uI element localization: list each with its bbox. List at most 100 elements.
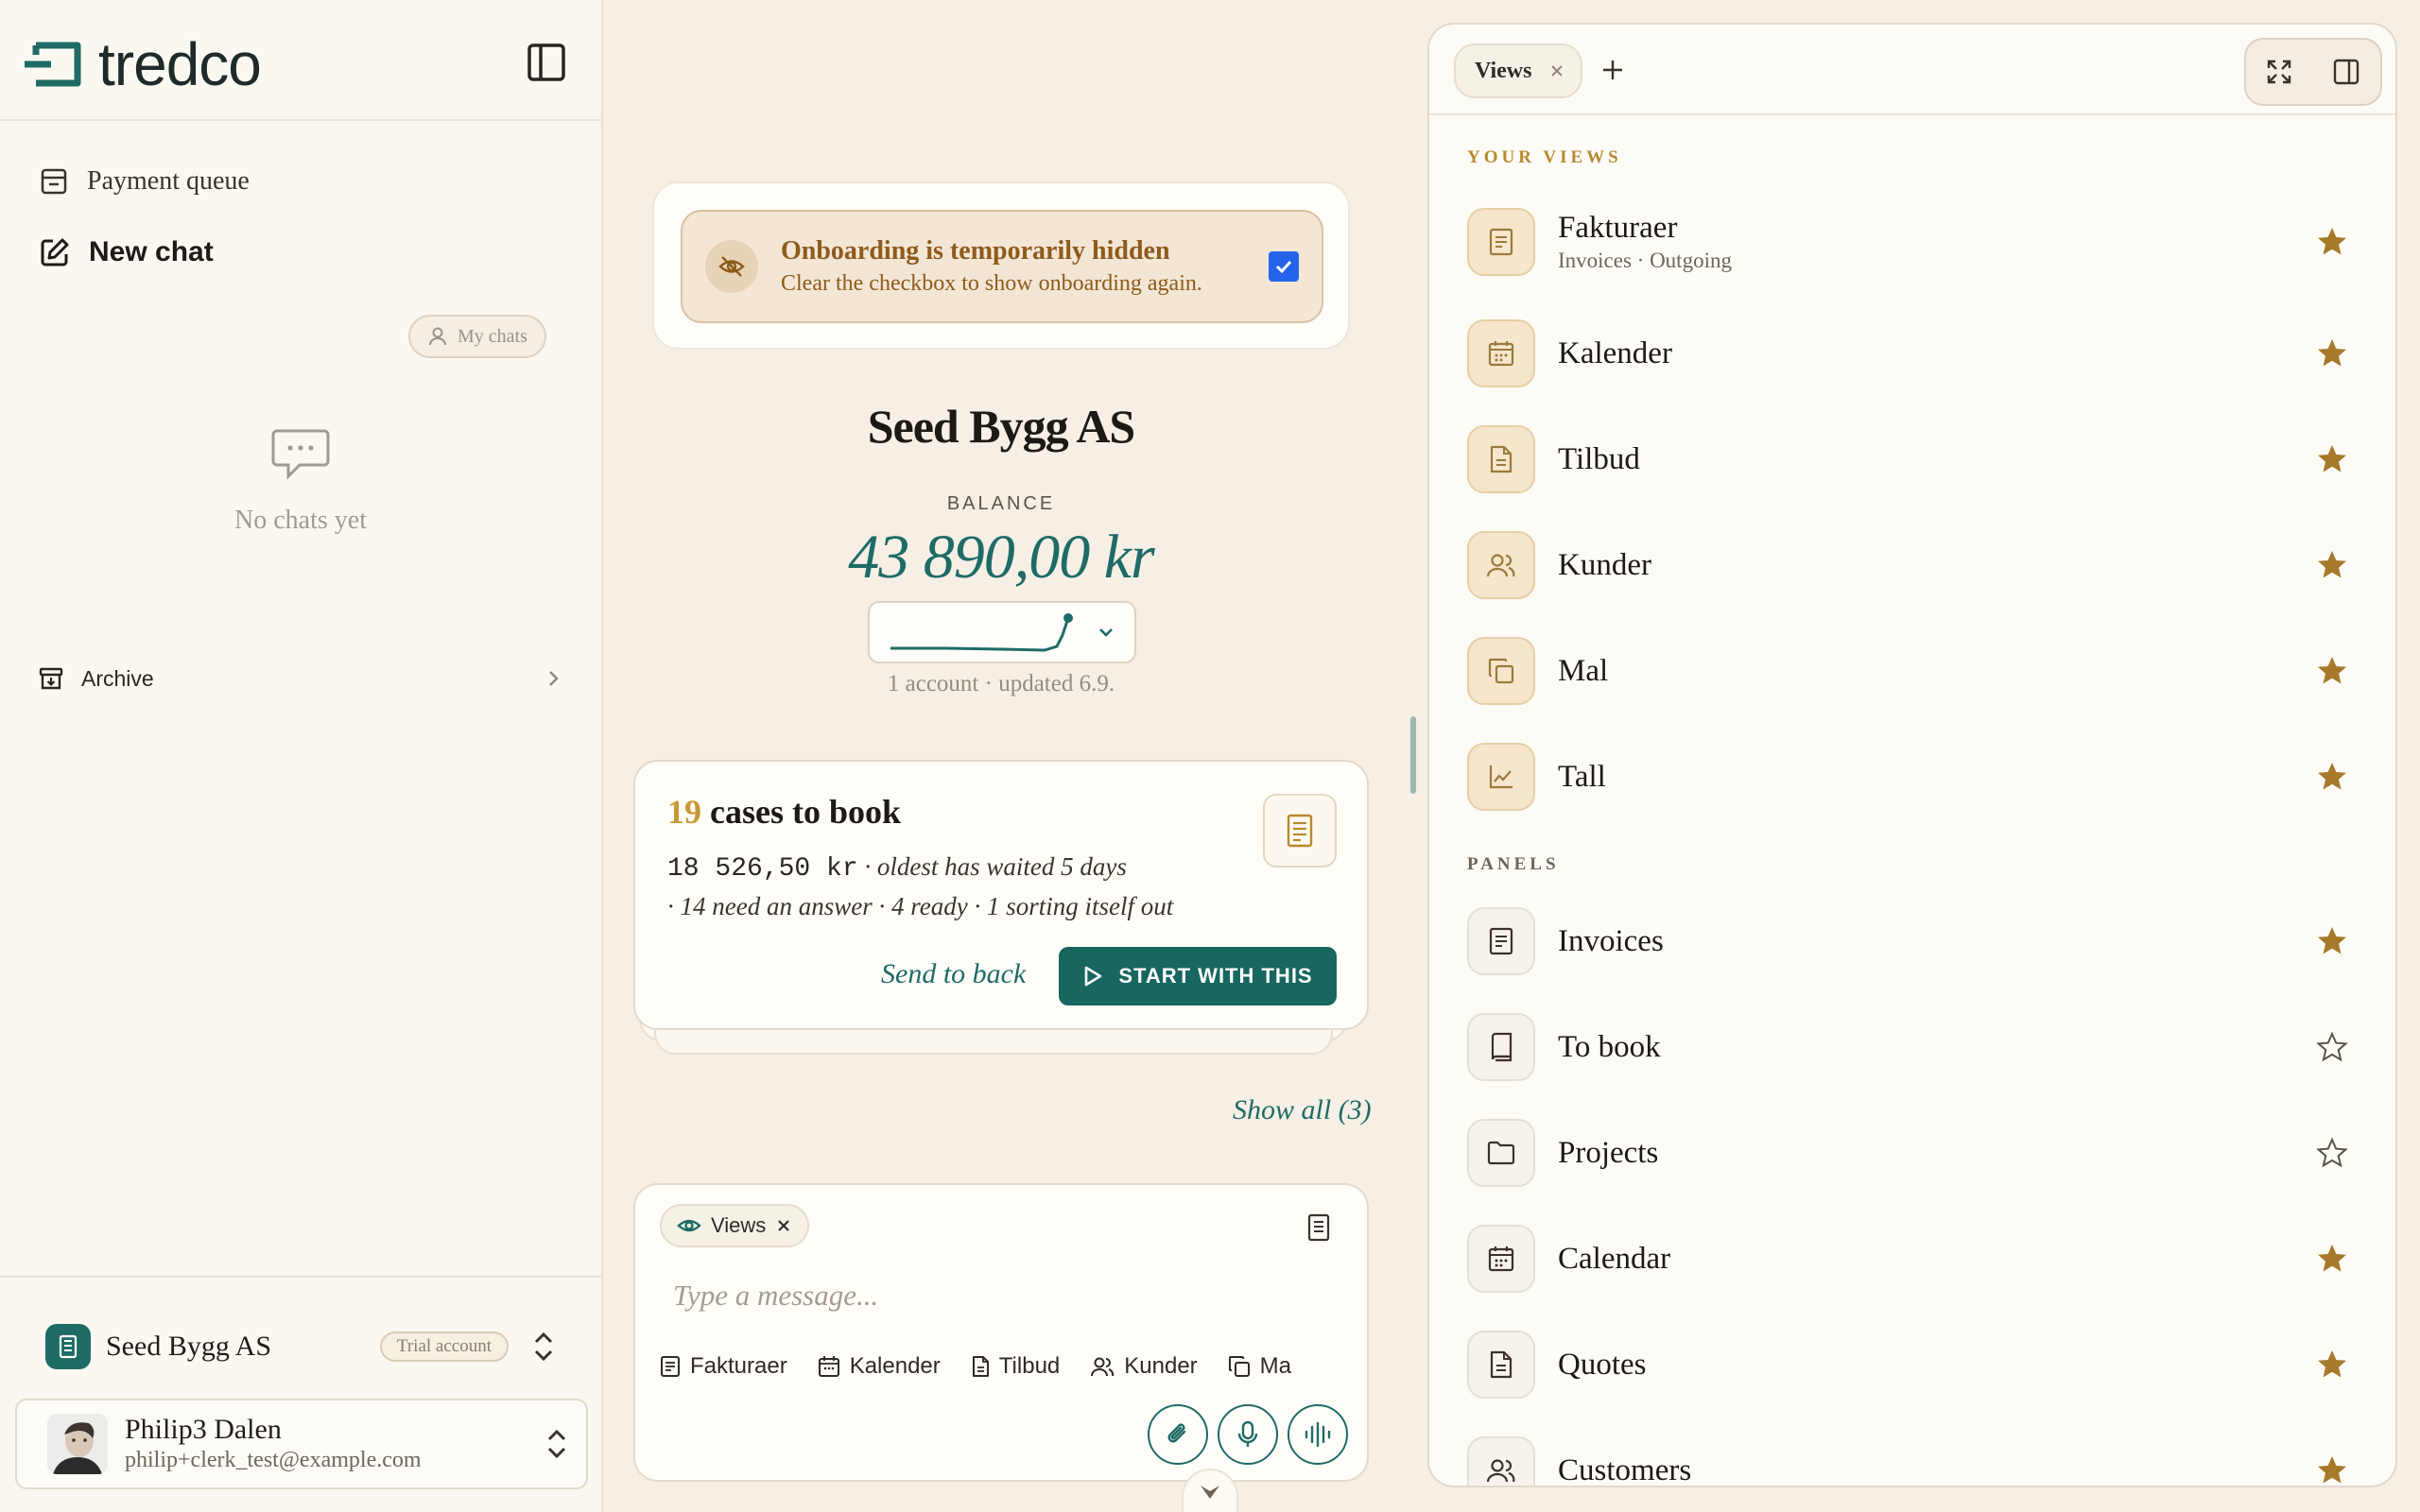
view-item-kunder[interactable]: Kunder <box>1467 529 2361 601</box>
sidebar-toggle-icon[interactable] <box>524 40 569 85</box>
invoice-icon <box>1467 907 1535 975</box>
panel-item-to-book[interactable]: To book <box>1467 1011 2361 1083</box>
attach-button[interactable] <box>1148 1404 1208 1465</box>
quick-view-fakturaer[interactable]: Fakturaer <box>660 1353 787 1380</box>
eye-icon <box>677 1219 701 1232</box>
eye-off-icon <box>705 240 758 293</box>
sidebar-header: tredco <box>0 0 601 121</box>
view-item-fakturaer[interactable]: Fakturaer Invoices · Outgoing <box>1467 206 2361 278</box>
expand-icon[interactable] <box>2265 58 2293 86</box>
onboarding-hidden-checkbox[interactable] <box>1269 251 1299 282</box>
view-title: Fakturaer <box>1558 211 1678 245</box>
view-title: Tall <box>1558 760 1606 794</box>
panel-layout-icon[interactable] <box>2331 57 2361 87</box>
show-all-link[interactable]: Show all (3) <box>1233 1094 1372 1126</box>
panel-item-quotes[interactable]: Quotes <box>1467 1329 2361 1400</box>
voice-mode-button[interactable] <box>1288 1404 1348 1465</box>
close-icon[interactable] <box>1548 62 1565 79</box>
view-subtitle: Invoices · Outgoing <box>1558 249 1732 272</box>
paperclip-icon <box>1167 1423 1186 1443</box>
user-email: philip+clerk_test@example.com <box>125 1448 422 1472</box>
panel-resize-handle[interactable] <box>1410 716 1416 794</box>
your-views-heading: YOUR VIEWS <box>1467 147 1622 167</box>
panel-item-invoices[interactable]: Invoices <box>1467 905 2361 977</box>
star-outline-icon[interactable] <box>2316 1031 2348 1063</box>
star-filled-icon[interactable] <box>2316 761 2348 793</box>
user-switcher[interactable]: Philip3 Dalen philip+clerk_test@example.… <box>15 1399 588 1489</box>
org-switcher[interactable]: Seed Bygg AS Trial account <box>45 1323 556 1370</box>
microphone-button[interactable] <box>1218 1404 1278 1465</box>
edit-icon <box>41 238 69 266</box>
sparkline-chart <box>890 613 1073 652</box>
logo-wordmark: tredco <box>98 30 262 98</box>
quick-view-label: Kunder <box>1124 1353 1198 1379</box>
invoice-icon <box>1467 208 1535 276</box>
close-icon[interactable] <box>775 1217 792 1234</box>
view-item-kalender[interactable]: Kalender <box>1467 318 2361 389</box>
star-filled-icon[interactable] <box>2316 337 2348 369</box>
account-info: 1 account · updated 6.9. <box>887 671 1115 696</box>
star-filled-icon[interactable] <box>2316 1243 2348 1275</box>
quick-view-kunder[interactable]: Kunder <box>1090 1353 1198 1380</box>
chevron-down-icon <box>1099 628 1113 637</box>
star-filled-icon[interactable] <box>2316 443 2348 475</box>
balance-value: 43 890,00 kr <box>848 523 1154 592</box>
my-chats-filter[interactable]: My chats <box>408 315 546 358</box>
star-filled-icon[interactable] <box>2316 655 2348 687</box>
nav-payment-queue[interactable]: Payment queue <box>40 166 250 197</box>
user-name: Philip3 Dalen <box>125 1414 282 1445</box>
balance-sparkline-toggle[interactable] <box>868 601 1136 663</box>
composer-actions <box>1148 1404 1348 1465</box>
panel-item-customers[interactable]: Customers <box>1467 1435 2361 1486</box>
star-outline-icon[interactable] <box>2316 1137 2348 1169</box>
chevron-updown-icon <box>547 1429 566 1459</box>
copy-icon <box>1467 637 1535 705</box>
chevron-down-icon <box>1201 1486 1219 1499</box>
view-item-tall[interactable]: Tall <box>1467 741 2361 813</box>
users-icon <box>1091 1357 1115 1377</box>
users-icon <box>1467 1436 1535 1486</box>
quick-view-mal[interactable]: Ma <box>1228 1353 1291 1380</box>
file-icon <box>1467 1331 1535 1399</box>
cases-summary: 18 526,50 kr · oldest has waited 5 days <box>667 852 1127 884</box>
tab-views-label: Views <box>1475 58 1532 83</box>
quick-view-tilbud[interactable]: Tilbud <box>971 1353 1060 1380</box>
panel-title: Invoices <box>1558 924 1664 958</box>
view-title: Tilbud <box>1558 442 1640 476</box>
send-to-back-link[interactable]: Send to back <box>881 958 1026 990</box>
document-icon[interactable] <box>1306 1213 1331 1242</box>
star-filled-icon[interactable] <box>2316 549 2348 581</box>
star-filled-icon[interactable] <box>2316 925 2348 957</box>
calendar-icon <box>818 1356 839 1377</box>
star-filled-icon[interactable] <box>2316 1349 2348 1381</box>
panel-item-calendar[interactable]: Calendar <box>1467 1223 2361 1295</box>
context-chip-views[interactable]: Views <box>660 1204 810 1247</box>
nav-new-chat[interactable]: New chat <box>40 236 214 268</box>
logo[interactable]: tredco <box>23 30 262 98</box>
users-icon <box>1467 531 1535 599</box>
chevron-updown-icon <box>534 1332 553 1362</box>
panel-title: To book <box>1558 1030 1661 1064</box>
star-filled-icon[interactable] <box>2316 1454 2348 1486</box>
panel-item-projects[interactable]: Projects <box>1467 1117 2361 1189</box>
quick-view-label: Fakturaer <box>690 1353 787 1379</box>
building-icon <box>45 1324 91 1369</box>
message-input[interactable] <box>673 1272 1316 1319</box>
view-item-mal[interactable]: Mal <box>1467 635 2361 707</box>
add-tab-icon[interactable] <box>1599 57 1626 83</box>
view-item-tilbud[interactable]: Tilbud <box>1467 423 2361 495</box>
panels-heading: PANELS <box>1467 854 1560 874</box>
logo-icon <box>25 42 81 87</box>
cases-waited: · oldest has waited 5 days <box>857 852 1127 881</box>
book-icon <box>1467 1013 1535 1081</box>
archive-link[interactable]: Archive <box>38 662 563 696</box>
view-title: Kunder <box>1558 548 1651 582</box>
quick-view-label: Tilbud <box>998 1353 1061 1379</box>
start-with-this-button[interactable]: START WITH THIS <box>1059 947 1337 1005</box>
cases-document-button[interactable] <box>1263 794 1337 868</box>
star-filled-icon[interactable] <box>2316 226 2348 258</box>
quick-view-kalender[interactable]: Kalender <box>818 1353 941 1380</box>
tab-views[interactable]: Views <box>1454 43 1583 98</box>
panel-controls <box>2244 38 2382 106</box>
calendar-icon <box>1467 319 1535 387</box>
